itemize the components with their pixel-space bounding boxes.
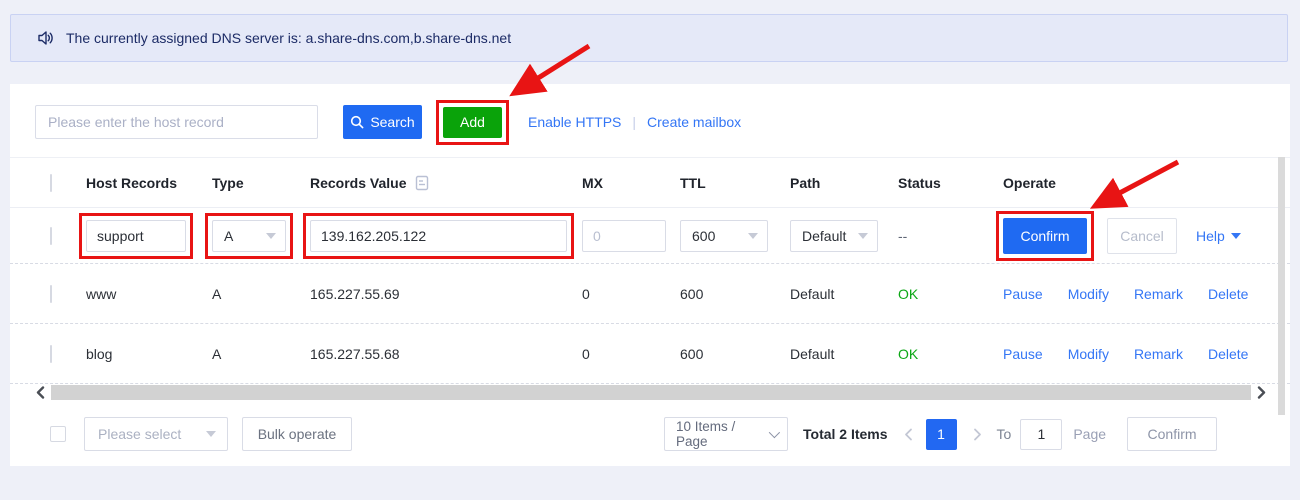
pause-link[interactable]: Pause [1003, 346, 1043, 362]
path-select-value: Default [802, 228, 846, 244]
modify-link[interactable]: Modify [1068, 346, 1109, 362]
help-label: Help [1196, 228, 1225, 244]
scroll-right-icon[interactable] [1257, 386, 1266, 399]
toolbar: Search Add Enable HTTPS | Create mailbox [35, 101, 741, 143]
row-path: Default [790, 286, 898, 302]
ttl-select[interactable]: 600 [680, 220, 768, 252]
row-value: 165.227.55.69 [310, 286, 582, 302]
annotation-box-confirm: Confirm [996, 211, 1094, 261]
row-ttl: 600 [680, 346, 790, 362]
create-mailbox-link[interactable]: Create mailbox [647, 114, 741, 130]
row-ttl: 600 [680, 286, 790, 302]
remark-link[interactable]: Remark [1134, 346, 1183, 362]
speaker-icon [35, 28, 55, 48]
goto-to-label: To [997, 426, 1012, 442]
row-host: blog [86, 346, 212, 362]
bulk-select-placeholder: Please select [98, 426, 181, 442]
header-path: Path [790, 175, 898, 191]
path-select[interactable]: Default [790, 220, 878, 252]
pagination-confirm-button[interactable]: Confirm [1127, 417, 1217, 451]
pagination: 10 Items / Page Total 2 Items 1 To Page … [664, 417, 1217, 451]
chevron-down-icon [206, 431, 216, 437]
goto-page-input[interactable] [1020, 419, 1062, 450]
chevron-down-icon [1231, 233, 1241, 239]
help-dropdown[interactable]: Help [1196, 228, 1241, 244]
search-button-label: Search [370, 114, 414, 130]
add-button[interactable]: Add [443, 107, 502, 138]
footer-select-all-checkbox[interactable] [50, 426, 66, 442]
ttl-select-value: 600 [692, 228, 715, 244]
page-size-select[interactable]: 10 Items / Page [664, 417, 788, 451]
status-badge: OK [898, 286, 1003, 302]
row-type: A [212, 286, 310, 302]
mx-input[interactable] [582, 220, 666, 252]
header-operate: Operate [1003, 175, 1290, 191]
table-row: blog A 165.227.55.68 0 600 Default OK Pa… [10, 324, 1290, 384]
annotation-box-add: Add [436, 100, 509, 145]
chevron-down-icon [266, 233, 276, 239]
enable-https-link[interactable]: Enable HTTPS [528, 114, 621, 130]
cancel-button[interactable]: Cancel [1107, 218, 1177, 254]
next-page-icon[interactable] [973, 428, 982, 441]
bulk-operate-button[interactable]: Bulk operate [242, 417, 352, 451]
header-records-value: Records Value [310, 175, 407, 191]
bulk-action-select[interactable]: Please select [84, 417, 228, 451]
link-divider: | [632, 114, 636, 130]
prev-page-icon[interactable] [904, 428, 913, 441]
search-button[interactable]: Search [343, 105, 422, 139]
banner-text: The currently assigned DNS server is: a.… [66, 30, 511, 46]
host-record-input[interactable] [86, 220, 186, 252]
page-size-value: 10 Items / Page [676, 419, 769, 449]
chevron-down-icon [769, 427, 780, 438]
row-checkbox[interactable] [50, 285, 52, 303]
scroll-left-icon[interactable] [36, 386, 45, 399]
total-items-label: Total 2 Items [803, 426, 888, 442]
edit-row-status: -- [898, 228, 1003, 244]
horizontal-scrollbar [36, 384, 1266, 401]
remark-link[interactable]: Remark [1134, 286, 1183, 302]
goto-page-label: Page [1073, 426, 1106, 442]
table-row: www A 165.227.55.69 0 600 Default OK Pau… [10, 264, 1290, 324]
header-mx: MX [582, 175, 680, 191]
status-badge: OK [898, 346, 1003, 362]
records-table: Host Records Type Records Value MX TTL P… [10, 157, 1290, 384]
select-all-checkbox[interactable] [50, 174, 52, 192]
pause-link[interactable]: Pause [1003, 286, 1043, 302]
footer-bulk-controls: Please select Bulk operate [50, 417, 352, 451]
content-panel: Search Add Enable HTTPS | Create mailbox… [10, 84, 1290, 466]
edit-record-row: A 600 Default [10, 208, 1290, 264]
confirm-button[interactable]: Confirm [1003, 218, 1087, 254]
row-value: 165.227.55.68 [310, 346, 582, 362]
annotation-box-value-input [303, 213, 574, 259]
row-mx: 0 [582, 286, 680, 302]
modify-link[interactable]: Modify [1068, 286, 1109, 302]
annotation-box-type-select: A [205, 213, 293, 259]
row-type: A [212, 346, 310, 362]
search-input[interactable] [35, 105, 318, 139]
chevron-down-icon [748, 233, 758, 239]
header-host-records: Host Records [86, 175, 212, 191]
type-select-value: A [224, 228, 233, 244]
header-type: Type [212, 175, 310, 191]
row-host: www [86, 286, 212, 302]
chevron-down-icon [858, 233, 868, 239]
records-value-display-icon[interactable] [415, 175, 429, 191]
row-mx: 0 [582, 346, 680, 362]
row-checkbox[interactable] [50, 345, 52, 363]
table-header-row: Host Records Type Records Value MX TTL P… [10, 157, 1290, 208]
record-value-input[interactable] [310, 220, 567, 252]
search-icon [350, 115, 364, 129]
header-status: Status [898, 175, 1003, 191]
type-select[interactable]: A [212, 220, 286, 252]
scrollbar-thumb[interactable] [51, 385, 1251, 400]
delete-link[interactable]: Delete [1208, 286, 1248, 302]
dns-server-banner: The currently assigned DNS server is: a.… [10, 14, 1288, 62]
edit-row-checkbox[interactable] [50, 227, 52, 245]
current-page-button[interactable]: 1 [926, 419, 957, 450]
header-ttl: TTL [680, 175, 790, 191]
delete-link[interactable]: Delete [1208, 346, 1248, 362]
row-path: Default [790, 346, 898, 362]
vertical-scrollbar[interactable] [1278, 157, 1285, 415]
annotation-box-host-input [79, 213, 193, 259]
